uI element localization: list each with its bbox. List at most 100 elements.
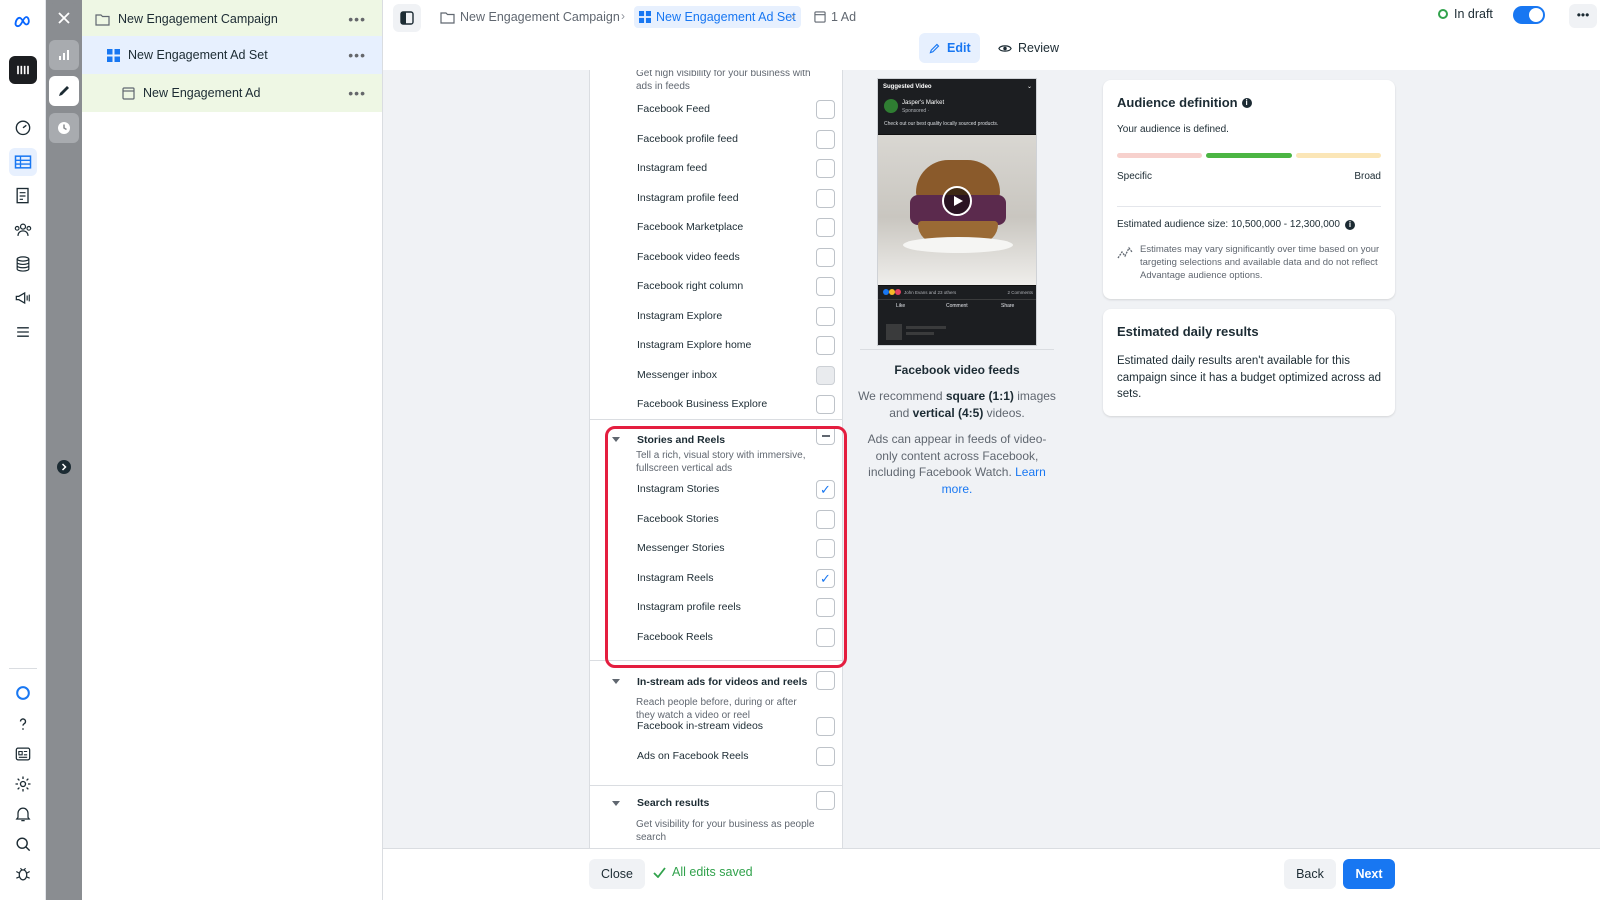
placement-checkbox[interactable] <box>816 247 835 267</box>
notifications-bell-icon[interactable] <box>9 800 37 828</box>
more-options-icon[interactable]: ••• <box>348 11 366 27</box>
placement-checkbox[interactable] <box>816 277 835 296</box>
placement-row[interactable]: Ads on Facebook Reels <box>590 742 842 772</box>
placement-row[interactable]: Facebook profile feed <box>590 125 842 155</box>
back-button[interactable]: Back <box>1284 859 1336 889</box>
pencil-icon <box>929 43 940 53</box>
stories-section-description: Tell a rich, visual story with immersive… <box>636 450 806 474</box>
placement-checkbox[interactable] <box>816 218 835 237</box>
campaigns-megaphone-icon[interactable] <box>9 284 37 312</box>
dashboard-icon[interactable] <box>9 113 37 141</box>
publish-toggle[interactable] <box>1513 6 1545 24</box>
edit-mode-tab[interactable]: Edit <box>919 33 980 63</box>
tree-item-label: New Engagement Ad <box>143 86 261 100</box>
preview-caption: Check out our best quality locally sourc… <box>884 121 999 127</box>
placement-checkbox[interactable] <box>816 746 835 766</box>
news-icon[interactable] <box>9 740 37 768</box>
report-bug-icon[interactable] <box>9 860 37 888</box>
placement-row[interactable]: Facebook Stories <box>590 505 842 535</box>
close-button[interactable]: Close <box>589 859 645 889</box>
placement-checkbox[interactable]: ✓ <box>816 568 835 588</box>
more-options-icon[interactable]: ••• <box>348 47 366 63</box>
edit-pencil-button[interactable] <box>49 76 79 106</box>
phone-mockup: Suggested Video ⌄ Jasper's Market Sponso… <box>877 78 1037 346</box>
breadcrumb-campaign[interactable]: New Engagement Campaign <box>440 6 620 28</box>
audience-title-label: Audience definition <box>1117 95 1238 110</box>
plate-image <box>903 237 1013 253</box>
meta-ai-icon[interactable] <box>9 679 37 707</box>
placement-checkbox[interactable] <box>816 188 835 208</box>
stories-section-checkbox[interactable] <box>816 426 835 445</box>
toggle-sidebar-button[interactable] <box>393 4 421 32</box>
reports-icon[interactable] <box>9 182 37 210</box>
placement-checkbox[interactable] <box>816 509 835 529</box>
billing-icon[interactable] <box>9 250 37 278</box>
placement-row[interactable]: Instagram Stories ✓ <box>590 475 842 505</box>
placement-checkbox[interactable] <box>816 100 835 119</box>
tree-item-ad-set[interactable]: New Engagement Ad Set ••• <box>82 36 382 74</box>
placement-row[interactable]: Instagram Explore <box>590 302 842 332</box>
placement-row[interactable]: Messenger inbox <box>590 361 842 391</box>
more-options-icon[interactable]: ••• <box>348 85 366 101</box>
placement-label: Facebook Feed <box>637 103 710 115</box>
placement-checkbox[interactable] <box>816 306 835 326</box>
preview-page-name: Jasper's Market <box>902 100 945 106</box>
account-avatar[interactable] <box>9 56 37 84</box>
review-mode-tab[interactable]: Review <box>989 33 1068 63</box>
info-icon[interactable]: i <box>1241 97 1252 108</box>
next-button[interactable]: Next <box>1343 859 1395 889</box>
ads-manager-table-icon[interactable] <box>9 148 37 176</box>
chart-view-button[interactable] <box>49 40 79 70</box>
placement-row[interactable]: Facebook video feeds <box>590 243 842 273</box>
play-button[interactable] <box>942 186 972 216</box>
placement-checkbox[interactable] <box>816 627 835 647</box>
breadcrumb-ad-set[interactable]: New Engagement Ad Set <box>634 6 801 28</box>
placement-label: Instagram Reels <box>637 571 714 584</box>
instream-section-checkbox[interactable] <box>816 671 835 690</box>
placement-row[interactable]: Facebook Marketplace <box>590 213 842 243</box>
placement-label: Instagram Stories <box>637 483 720 495</box>
settings-icon[interactable] <box>9 770 37 798</box>
placement-title: Facebook video feeds <box>894 363 1020 377</box>
placement-row[interactable]: Facebook in-stream videos <box>590 712 842 742</box>
comment-count: 2 Comments <box>1007 290 1033 295</box>
tree-item-campaign[interactable]: New Engagement Campaign ••• <box>82 0 382 38</box>
placement-row[interactable]: Messenger Stories <box>590 534 842 564</box>
placement-row[interactable]: Instagram Reels ✓ <box>590 564 842 594</box>
expand-panel-button[interactable] <box>49 452 79 482</box>
placement-row[interactable]: Instagram profile feed <box>590 184 842 214</box>
edit-mode-label: Edit <box>947 41 971 55</box>
placement-checkbox[interactable] <box>816 717 835 736</box>
placement-checkbox[interactable] <box>816 395 835 414</box>
placement-checkbox[interactable] <box>816 129 835 149</box>
save-status: All edits saved <box>653 865 753 879</box>
placement-row[interactable]: Facebook right column <box>590 272 842 302</box>
placement-checkbox[interactable]: ✓ <box>816 480 835 499</box>
menu-icon[interactable] <box>9 318 37 346</box>
placement-label: Facebook Business Explore <box>637 398 768 410</box>
placement-row[interactable]: Instagram profile reels <box>590 593 842 623</box>
placement-row[interactable]: Instagram feed <box>590 154 842 184</box>
caret-down-icon[interactable] <box>612 679 620 684</box>
help-icon[interactable] <box>9 710 37 738</box>
placement-row[interactable]: Facebook Reels <box>590 623 842 653</box>
search-section-checkbox[interactable] <box>816 791 835 810</box>
info-icon[interactable]: i <box>1344 219 1355 230</box>
history-clock-button[interactable] <box>49 113 79 143</box>
placement-checkbox[interactable] <box>816 336 835 355</box>
placement-checkbox[interactable] <box>816 539 835 558</box>
search-icon[interactable] <box>9 830 37 858</box>
placement-row[interactable]: Facebook Business Explore <box>590 390 842 420</box>
placement-checkbox[interactable] <box>816 598 835 617</box>
more-actions-button[interactable]: ••• <box>1569 4 1597 28</box>
meta-logo-icon[interactable] <box>9 8 37 36</box>
caret-down-icon[interactable] <box>612 437 620 442</box>
caret-down-icon[interactable] <box>612 801 620 806</box>
close-editor-button[interactable] <box>49 3 79 33</box>
placement-row[interactable]: Instagram Explore home <box>590 331 842 361</box>
breadcrumb-ad[interactable]: 1 Ad <box>814 6 856 28</box>
placement-row[interactable]: Facebook Feed <box>590 95 842 125</box>
audiences-icon[interactable] <box>9 216 37 244</box>
tree-item-ad[interactable]: New Engagement Ad ••• <box>82 74 382 112</box>
placement-checkbox[interactable] <box>816 159 835 178</box>
